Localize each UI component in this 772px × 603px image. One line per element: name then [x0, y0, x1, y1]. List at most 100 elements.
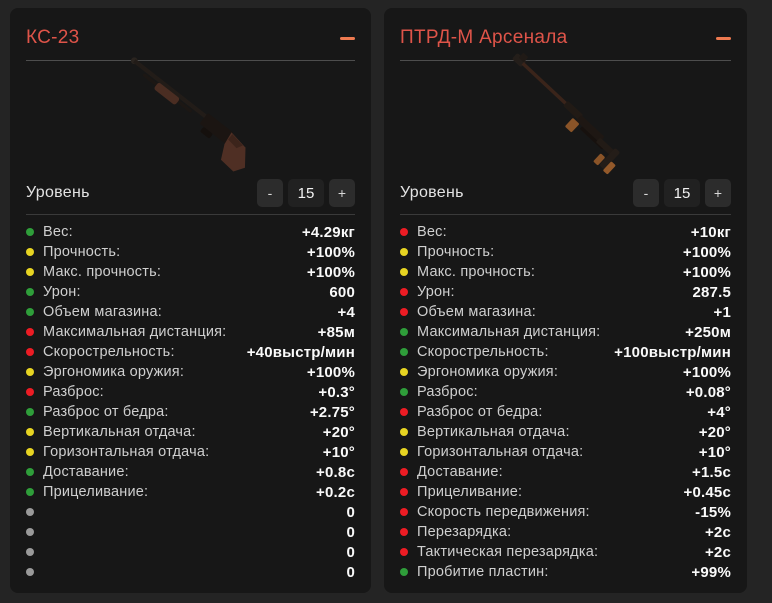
- rifle-ptrd-image: [492, 47, 639, 188]
- stat-label: Вес:: [417, 224, 447, 240]
- stat-row: Максимальная дистанция:+250м: [400, 322, 731, 342]
- stat-row: Доставание:+0.8с: [26, 462, 355, 482]
- weapon-card-ks23: КС-23 Уровень - 15 +: [10, 8, 371, 593]
- level-increase-button[interactable]: +: [705, 179, 731, 207]
- stat-value: +1: [713, 304, 731, 321]
- weapon-image-area: [26, 61, 355, 174]
- card-header: ПТРД-М Арсенала: [400, 8, 731, 52]
- stat-label: Доставание:: [43, 464, 129, 480]
- collapse-card-button[interactable]: [331, 29, 355, 47]
- stat-dot-yellow-icon: [26, 428, 34, 436]
- stat-value: +4°: [707, 404, 731, 421]
- stat-dot-red-icon: [400, 548, 408, 556]
- stat-label: Вертикальная отдача:: [417, 424, 570, 440]
- stat-label: Урон:: [43, 284, 81, 300]
- stat-row: Эргономика оружия:+100%: [26, 362, 355, 382]
- weapon-image-area: [400, 61, 731, 174]
- stat-dot-green-icon: [26, 408, 34, 416]
- stat-value: -15%: [695, 504, 731, 521]
- stat-dot-green-icon: [26, 228, 34, 236]
- stat-label: Скорость передвижения:: [417, 504, 590, 520]
- stat-value: 0: [346, 504, 355, 521]
- stat-label: Вес:: [43, 224, 73, 240]
- stat-label: Разброс:: [417, 384, 478, 400]
- stat-label: Пробитие пластин:: [417, 564, 549, 580]
- weapon-card-ptrd: ПТРД-М Арсенала Уровень: [384, 8, 747, 593]
- stat-row: Эргономика оружия:+100%: [400, 362, 731, 382]
- stat-value: 600: [329, 284, 355, 301]
- stat-dot-green-icon: [26, 468, 34, 476]
- stat-value: +10°: [699, 444, 731, 461]
- collapse-card-button[interactable]: [707, 29, 731, 47]
- stat-dot-red-icon: [400, 508, 408, 516]
- stat-value: +4.29кг: [302, 224, 355, 241]
- stat-row: Доставание: +1.5с: [400, 462, 731, 482]
- stat-value: +10кг: [691, 224, 731, 241]
- minus-icon: [716, 37, 731, 40]
- stat-label: Прицеливание:: [417, 484, 522, 500]
- stat-dot-yellow-icon: [400, 368, 408, 376]
- stat-row: Скорострельность:+40выстр/мин: [26, 342, 355, 362]
- stat-row: Скорость передвижения: -15%: [400, 502, 731, 522]
- stat-row: Объем магазина: +1: [400, 302, 731, 322]
- stat-dot-red-icon: [400, 488, 408, 496]
- stat-dot-green-icon: [26, 288, 34, 296]
- stat-value: +100%: [307, 364, 355, 381]
- level-increase-button[interactable]: +: [329, 179, 355, 207]
- stat-dot-red-icon: [400, 468, 408, 476]
- stat-row: Вертикальная отдача:+20°: [26, 422, 355, 442]
- stat-value: 0: [346, 544, 355, 561]
- stat-row: Разброс от бедра: +4°: [400, 402, 731, 422]
- stat-row: Пробитие пластин:+99%: [400, 562, 731, 582]
- stat-value: +40выстр/мин: [247, 344, 355, 361]
- stat-value: +100%: [307, 264, 355, 281]
- stat-row: Горизонтальная отдача:+10°: [400, 442, 731, 462]
- stat-dot-yellow-icon: [26, 368, 34, 376]
- shotgun-ks23-image: [109, 47, 271, 188]
- stat-label: Объем магазина:: [417, 304, 536, 320]
- stat-label: Разброс:: [43, 384, 104, 400]
- stat-value: +1.5с: [692, 464, 731, 481]
- stat-value: +2.75°: [310, 404, 355, 421]
- level-value: 15: [664, 179, 700, 207]
- stat-dot-yellow-icon: [400, 428, 408, 436]
- level-row: Уровень - 15 +: [400, 174, 731, 212]
- card-header: КС-23: [26, 8, 355, 52]
- stat-row: Разброс от бедра:+2.75°: [26, 402, 355, 422]
- stat-dot-green-icon: [26, 488, 34, 496]
- stat-label: Перезарядка:: [417, 524, 511, 540]
- stat-value: +0.3°: [318, 384, 355, 401]
- stat-dot-gray-icon: [26, 568, 34, 576]
- stat-label: Тактическая перезарядка:: [417, 544, 598, 560]
- stat-label: Прочность:: [43, 244, 120, 260]
- stat-dot-yellow-icon: [400, 268, 408, 276]
- stats-list: Вес:+4.29кгПрочность:+100%Макс. прочност…: [26, 215, 355, 582]
- stat-value: +10°: [323, 444, 355, 461]
- stat-label: Скорострельность:: [417, 344, 549, 360]
- stat-row: 0: [26, 562, 355, 582]
- stat-row: Прочность:+100%: [400, 242, 731, 262]
- stat-value: +85м: [318, 324, 355, 341]
- stat-value: +100выстр/мин: [614, 344, 731, 361]
- stat-row: Разброс: +0.3°: [26, 382, 355, 402]
- stat-label: Доставание:: [417, 464, 503, 480]
- level-decrease-button[interactable]: -: [633, 179, 659, 207]
- stat-value: +0.45с: [684, 484, 732, 501]
- level-value: 15: [288, 179, 324, 207]
- level-label: Уровень: [400, 184, 464, 202]
- level-decrease-button[interactable]: -: [257, 179, 283, 207]
- stat-dot-red-icon: [400, 228, 408, 236]
- stat-row: Разброс: +0.08°: [400, 382, 731, 402]
- stat-value: +250м: [685, 324, 731, 341]
- stat-row: Прицеливание:+0.2с: [26, 482, 355, 502]
- stat-row: Скорострельность: +100выстр/мин: [400, 342, 731, 362]
- weapon-title: КС-23: [26, 27, 80, 49]
- stat-value: +20°: [323, 424, 355, 441]
- stat-label: Разброс от бедра:: [417, 404, 543, 420]
- level-stepper: - 15 +: [633, 179, 731, 207]
- stat-row: Прочность:+100%: [26, 242, 355, 262]
- stat-row: Урон:287.5: [400, 282, 731, 302]
- weapon-comparison-page: КС-23 Уровень - 15 +: [0, 0, 772, 603]
- stat-value: +0.08°: [686, 384, 731, 401]
- stat-dot-red-icon: [400, 308, 408, 316]
